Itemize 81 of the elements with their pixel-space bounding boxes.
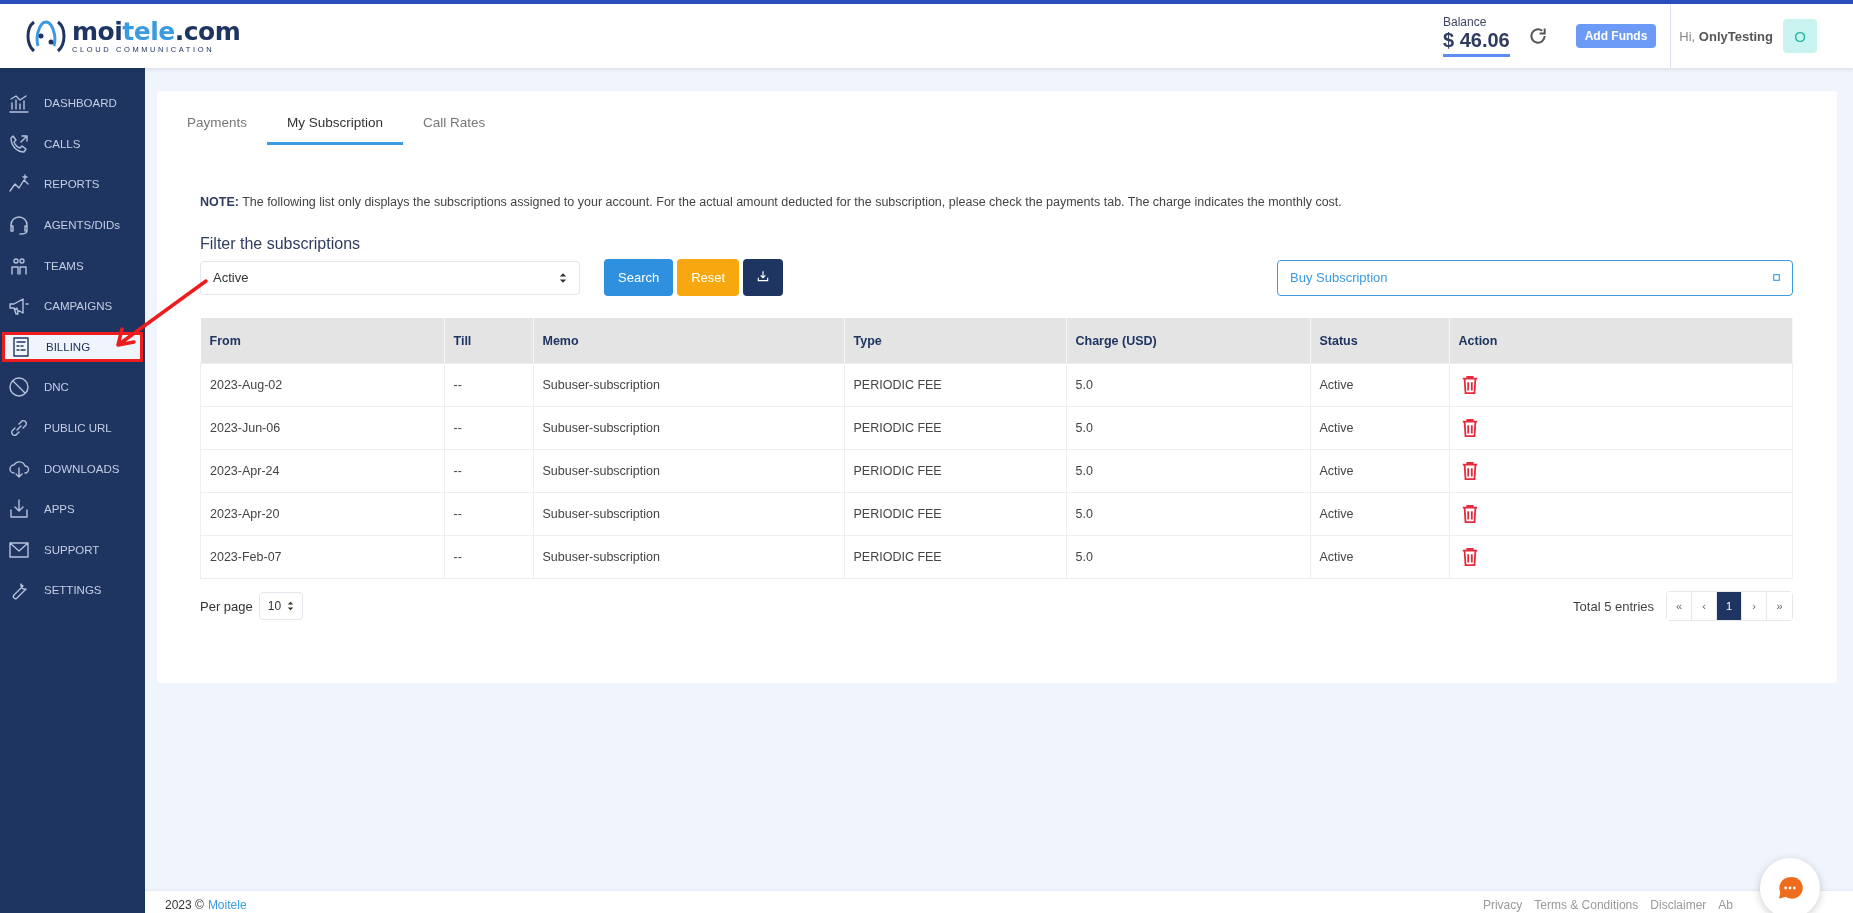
total-entries: Total 5 entries <box>1573 598 1654 614</box>
copyright-text: 2023 © <box>165 898 204 912</box>
page-button[interactable]: 1 <box>1717 592 1742 620</box>
sidebar-item[interactable]: REPORTS <box>0 164 145 205</box>
trash-icon[interactable] <box>1460 547 1479 567</box>
table-cell: Subuser-subscription <box>533 535 844 579</box>
table-cell: 5.0 <box>1066 449 1310 493</box>
tab[interactable]: Payments <box>167 101 268 145</box>
note-text: NOTE: The following list only displays the subscriptions assigned to your account. For the actual amount deducted for the subscription, please check the payments tab. The charge indicates the monthly cost. <box>200 195 1343 209</box>
logo-text: moitele.com <box>72 18 241 45</box>
table-cell: PERIODIC FEE <box>844 449 1066 493</box>
trash-icon[interactable] <box>1460 418 1479 438</box>
square-icon <box>1773 274 1780 281</box>
sidebar-item[interactable]: AGENTS/DIDs <box>0 204 145 246</box>
table-cell: PERIODIC FEE <box>844 535 1066 579</box>
table-cell: 5.0 <box>1066 363 1310 407</box>
table-cell: Subuser-subscription <box>533 363 844 407</box>
block-icon <box>7 375 31 400</box>
table-cell: 2023-Jun-06 <box>200 406 444 450</box>
trash-icon[interactable] <box>1460 461 1479 481</box>
headset-icon <box>7 213 31 238</box>
trash-icon[interactable] <box>1460 504 1479 524</box>
table-cell: 2023-Apr-20 <box>200 492 444 536</box>
refresh-icon[interactable] <box>1527 26 1548 46</box>
sidebar-item[interactable]: DNC <box>0 367 145 408</box>
sidebar-item[interactable]: DASHBOARD <box>0 83 145 124</box>
sidebar-item[interactable]: CAMPAIGNS <box>0 285 145 327</box>
table-cell: -- <box>444 406 533 450</box>
status-select[interactable]: Active <box>200 260 580 295</box>
table-cell: PERIODIC FEE <box>844 406 1066 450</box>
download-button[interactable] <box>743 259 784 296</box>
tab[interactable]: My Subscription <box>267 101 404 145</box>
per-page-select[interactable]: 10 <box>258 592 303 620</box>
table-cell: Active <box>1310 449 1449 493</box>
tab[interactable]: Call Rates <box>403 101 506 145</box>
chat-button[interactable] <box>1760 858 1820 913</box>
table-cell: 5.0 <box>1066 406 1310 450</box>
sidebar-item[interactable]: DOWNLOADS <box>0 448 145 489</box>
table-cell: 2023-Feb-07 <box>200 535 444 579</box>
table-cell: -- <box>444 492 533 536</box>
sidebar-item[interactable]: CALLS <box>0 123 145 165</box>
table-cell: Subuser-subscription <box>533 492 844 536</box>
sidebar-item[interactable]: PUBLIC URL <box>0 407 145 449</box>
sidebar-item[interactable]: SUPPORT <box>0 529 145 571</box>
sort-caret-icon <box>559 271 567 284</box>
table-cell: -- <box>444 363 533 407</box>
table-cell: Active <box>1310 363 1449 407</box>
column-header: From <box>200 318 444 364</box>
column-header: Charge (USD) <box>1066 318 1310 364</box>
column-header: Type <box>844 318 1066 364</box>
table-cell: -- <box>444 449 533 493</box>
table-cell: Active <box>1310 492 1449 536</box>
download-icon <box>756 269 771 283</box>
table-cell: Active <box>1310 535 1449 579</box>
trash-icon[interactable] <box>1460 375 1479 395</box>
balance-label: Balance <box>1442 15 1488 29</box>
table-cell: Subuser-subscription <box>533 406 844 450</box>
sidebar-item[interactable]: TEAMS <box>0 245 145 286</box>
table-cell: 5.0 <box>1066 535 1310 579</box>
table-cell: 2023-Aug-02 <box>200 363 444 407</box>
sidebar-item[interactable]: SETTINGS <box>0 570 145 611</box>
table-cell: Active <box>1310 406 1449 450</box>
column-header: Till <box>444 318 533 364</box>
sidebar-item[interactable]: APPS <box>0 488 145 530</box>
page-button[interactable]: « <box>1667 592 1692 620</box>
sort-caret-icon <box>286 601 294 611</box>
table-cell: 2023-Apr-24 <box>200 449 444 493</box>
column-header: Memo <box>533 318 844 364</box>
filter-title: Filter the subscriptions <box>200 235 362 253</box>
sidebar-item[interactable]: BILLING <box>2 331 143 362</box>
table-cell: 5.0 <box>1066 492 1310 536</box>
table-cell: PERIODIC FEE <box>844 363 1066 407</box>
table-cell: PERIODIC FEE <box>844 492 1066 536</box>
column-header: Status <box>1310 318 1449 364</box>
user-greeting: Hi, OnlyTesting <box>1679 28 1773 44</box>
balance-amount: $ 46.06 <box>1442 29 1510 57</box>
column-header: Action <box>1449 318 1793 364</box>
per-page-label: Per page <box>200 598 253 614</box>
chat-bubble-icon <box>1777 875 1803 901</box>
table-cell: -- <box>444 535 533 579</box>
table-cell: Subuser-subscription <box>533 449 844 493</box>
